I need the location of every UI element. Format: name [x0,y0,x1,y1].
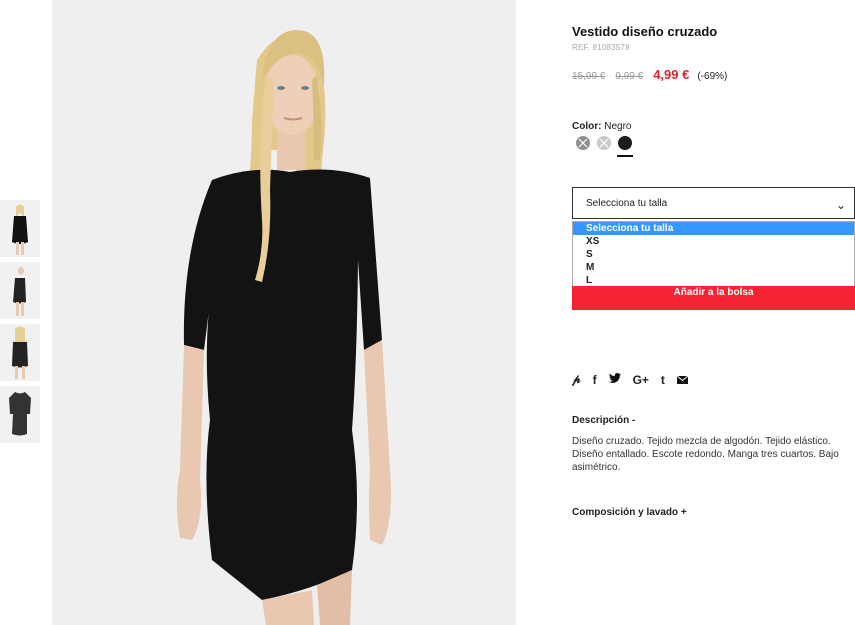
add-to-bag-button[interactable]: Añadir a la bolsa [572,286,855,310]
price-original: 15,99 € [572,71,606,82]
price-current: 4,99 € [653,67,690,82]
size-dropdown[interactable]: Selecciona tu talla ⌄ [572,187,855,219]
selected-indicator [617,155,633,157]
thumbnail-list [0,200,40,448]
social-share-bar: 𝓅 f G+ t [572,372,689,387]
thumbnail-back[interactable] [0,324,40,381]
size-option-xs[interactable]: XS [573,235,854,248]
price-block: 15,99 € 9,99 € 4,99 € (-69%) [572,67,727,82]
size-option-m[interactable]: M [573,261,854,274]
size-option-s[interactable]: S [573,248,854,261]
size-dropdown-value: Selecciona tu talla [586,198,668,209]
color-label-row: Color: Negro [572,121,631,132]
color-swatch-black[interactable] [617,136,633,157]
discount-badge: (-69%) [697,71,728,82]
price-previous: 9,99 € [615,71,644,82]
unavailable-cross-icon [599,138,609,148]
unavailable-cross-icon [578,138,588,148]
tumblr-icon[interactable]: t [661,373,665,387]
email-icon[interactable] [676,373,689,387]
thumbnail-front[interactable] [0,200,40,257]
thumbnail-side[interactable] [0,262,40,319]
color-swatches [576,136,633,157]
chevron-down-icon: ⌄ [835,198,846,212]
product-title: Vestido diseño cruzado [572,24,718,39]
description-text: Diseño cruzado. Tejido mezcla de algodón… [572,436,839,473]
composition-heading[interactable]: Composición y lavado + [572,507,687,518]
google-plus-icon[interactable]: G+ [633,373,649,387]
product-reference: REF. 81083578 [572,43,630,52]
color-swatch-gray[interactable] [576,136,590,150]
facebook-icon[interactable]: f [593,373,597,387]
thumbnail-flat[interactable] [0,386,40,443]
pinterest-icon[interactable]: 𝓅 [572,372,581,387]
twitter-icon[interactable] [608,372,621,387]
description-heading[interactable]: Descripción - [572,415,635,426]
color-value: Negro [604,121,632,132]
color-label: Color: [572,121,602,132]
product-main-image[interactable] [52,0,516,625]
size-option-placeholder[interactable]: Selecciona tu talla [573,222,854,235]
color-swatch-light-gray[interactable] [597,136,611,150]
size-options-list: Selecciona tu talla XS S M L [572,221,855,288]
